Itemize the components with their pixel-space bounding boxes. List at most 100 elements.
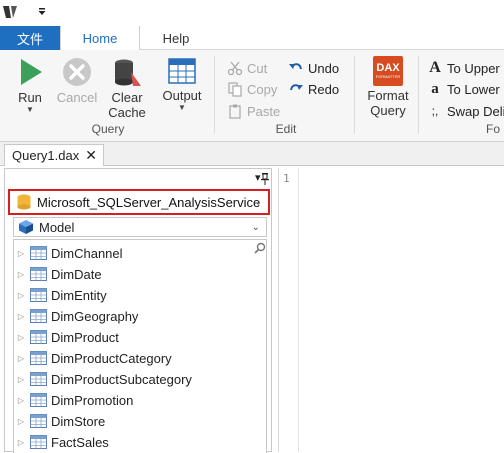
table-icon [30,309,47,323]
copy-label: Copy [247,81,278,97]
app-logo-icon [2,5,18,19]
output-label: Output [162,88,202,103]
table-icon [30,393,47,407]
redo-label: Redo [308,81,340,97]
table-icon [30,246,47,260]
cut-button[interactable]: Cut [226,58,267,78]
ribbon: Run ▼ Cancel Clear Cache Output ▼ Query … [0,50,504,142]
table-icon [30,372,47,386]
ribbon-separator [354,56,355,134]
metadata-pane: ▾ Microsoft_SQLServer_AnalysisService ⌄ … [4,168,272,453]
lowercase-a-icon: a [431,80,439,97]
paste-button[interactable]: Paste [226,101,280,121]
ribbon-tab-row: 文件 Home Help [0,26,504,51]
output-button[interactable]: Output ▼ [158,56,206,112]
swap-delimiters-icon: ;, [431,104,439,118]
swap-delimiters-label: Swap Deli [447,103,504,119]
expand-arrow-icon[interactable]: ▷ [14,333,28,342]
to-upper-label: To Upper [447,60,500,76]
cancel-icon [63,58,91,86]
document-tab-bar: Query1.dax ✕ [0,142,504,166]
document-tab-query1[interactable]: Query1.dax ✕ [4,144,104,166]
tab-file[interactable]: 文件 [0,26,60,50]
table-icon [30,351,47,365]
group-label-query: Query [91,122,125,136]
tab-home[interactable]: Home [60,26,140,51]
table-row[interactable]: ▷ DimGeography [14,306,139,326]
table-name: DimStore [51,413,106,429]
table-row[interactable]: ▷ DimDate [14,264,102,284]
paste-label: Paste [247,103,281,119]
table-row[interactable]: ▷ DimPromotion [14,390,133,410]
run-label: Run [18,90,42,105]
play-icon [21,59,42,85]
clear-cache-label: Clear Cache [108,90,146,120]
cancel-button[interactable]: Cancel [54,56,100,105]
run-dropdown-caret-icon[interactable]: ▼ [26,106,34,114]
dax-badge-subtext: FORMATTER [375,74,401,79]
expand-arrow-icon[interactable]: ▷ [14,312,28,321]
expand-arrow-icon[interactable]: ▷ [14,249,28,258]
group-label-format: Fo [486,122,501,136]
connection-selector[interactable]: Microsoft_SQLServer_AnalysisService ⌄ [8,189,270,215]
table-row[interactable]: ▷ DimProductSubcategory [14,369,192,389]
group-label-edit: Edit [275,122,297,136]
to-upper-button[interactable]: A To Upper [426,58,500,78]
swap-delimiters-button[interactable]: ;, Swap Deli [426,101,504,121]
undo-icon [287,59,305,77]
copy-button[interactable]: Copy [226,79,277,99]
table-name: DimChannel [51,245,123,261]
output-dropdown-caret-icon[interactable]: ▼ [178,104,186,112]
document-tab-label: Query1.dax [12,148,80,163]
undo-button[interactable]: Undo [287,58,339,78]
table-name: DimProductCategory [51,350,172,366]
table-row[interactable]: ▷ DimProduct [14,327,119,347]
title-bar [0,0,504,26]
redo-icon [287,80,305,98]
model-chevron-down-icon: ⌄ [251,221,260,233]
table-icon [30,267,47,281]
run-button[interactable]: Run ▼ [10,56,50,114]
expand-arrow-icon[interactable]: ▷ [14,438,28,447]
quick-access-chevron-down-icon[interactable] [36,6,48,18]
format-query-button[interactable]: DAX FORMATTER Format Query [364,56,412,118]
dax-formatter-icon: DAX FORMATTER [373,56,403,86]
ribbon-separator [418,56,419,134]
table-name: DimProduct [51,329,119,345]
expand-arrow-icon[interactable]: ▷ [14,396,28,405]
copy-icon [226,80,244,98]
expand-arrow-icon[interactable]: ▷ [14,291,28,300]
redo-button[interactable]: Redo [287,79,339,99]
uppercase-a-icon: A [429,59,441,76]
scissors-icon [226,59,244,77]
connection-chevron-down-icon: ⌄ [254,196,262,207]
model-cube-icon [19,220,33,234]
table-row[interactable]: ▷ DimProductCategory [14,348,172,368]
close-tab-icon[interactable]: ✕ [85,147,97,164]
model-selector[interactable]: Model ⌄ [13,217,267,237]
expand-arrow-icon[interactable]: ▷ [14,270,28,279]
cut-label: Cut [247,60,268,76]
table-name: FactSales [51,434,109,450]
table-name: DimPromotion [51,392,134,408]
table-row[interactable]: ▷ DimChannel [14,243,123,263]
editor-gutter: 1 [279,168,299,452]
database-icon [17,194,31,210]
table-icon [30,414,47,428]
search-icon[interactable] [254,242,266,257]
expand-arrow-icon[interactable]: ▷ [14,354,28,363]
model-name: Model [39,219,75,235]
table-icon [30,288,47,302]
query-editor[interactable]: 1 [278,168,504,452]
tab-help[interactable]: Help [140,26,212,51]
cancel-label: Cancel [56,90,98,105]
to-lower-button[interactable]: a To Lower [426,79,500,99]
table-row[interactable]: ▷ FactSales [14,432,109,452]
table-row[interactable]: ▷ DimStore [14,411,105,431]
expand-arrow-icon[interactable]: ▷ [14,417,28,426]
metadata-tree: ▷ DimChannel ▷ DimDate ▷ DimEntity ▷ DimGeograp… [13,239,267,453]
table-row[interactable]: ▷ DimEntity [14,285,107,305]
clear-cache-button[interactable]: Clear Cache [104,56,150,120]
expand-arrow-icon[interactable]: ▷ [14,375,28,384]
table-output-icon [168,58,196,84]
